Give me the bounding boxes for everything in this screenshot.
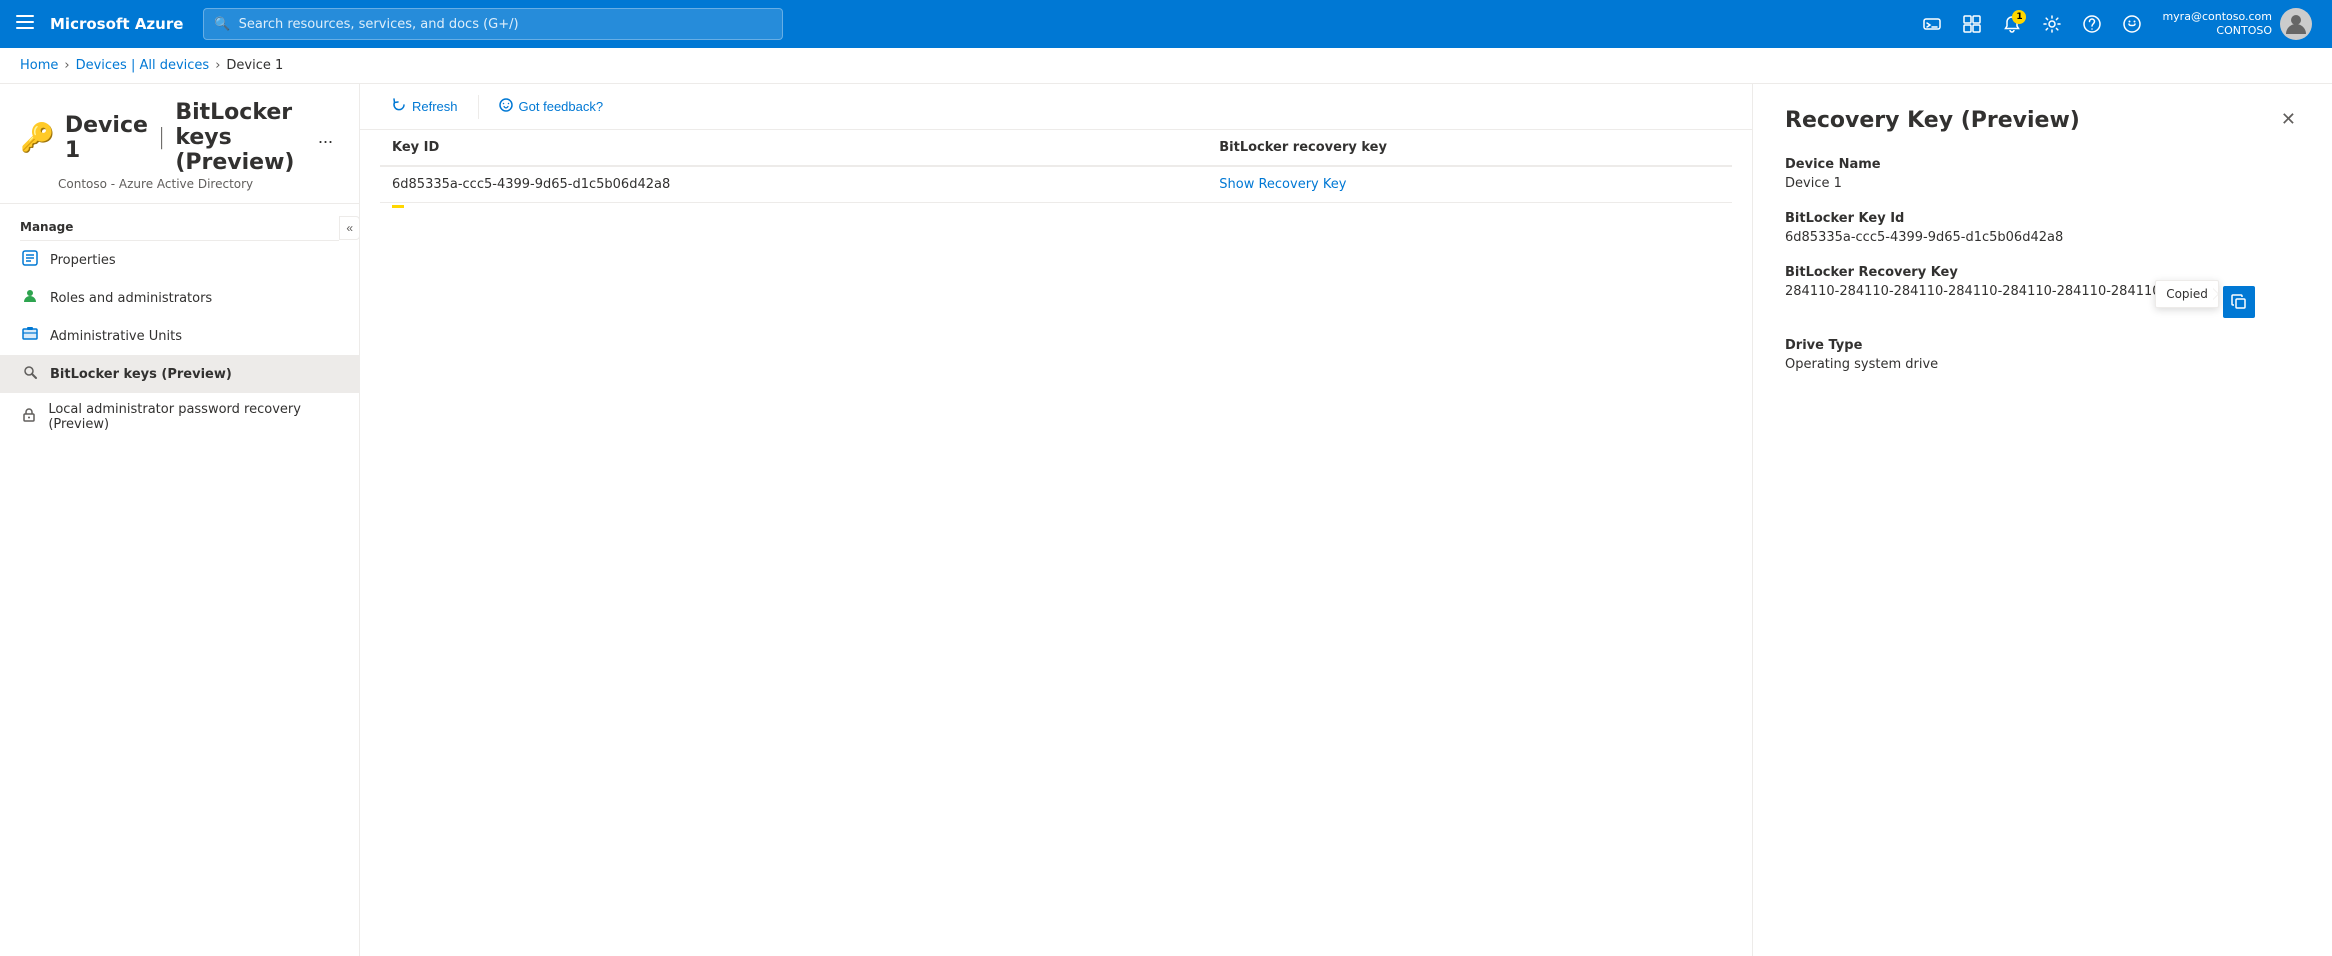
user-avatar: [2280, 8, 2312, 40]
feedback-icon: [499, 98, 513, 115]
page-org-line: Contoso - Azure Active Directory: [58, 177, 253, 191]
sidebar-roles-label: Roles and administrators: [50, 291, 212, 306]
bitlocker-table: Key ID BitLocker recovery key 6d85335a-c…: [380, 130, 1732, 203]
search-icon: 🔍: [214, 17, 230, 32]
close-panel-button[interactable]: ✕: [2277, 108, 2300, 130]
properties-icon: [20, 250, 40, 270]
progress-bar-container: [380, 205, 1732, 208]
toolbar: Refresh Got feedback?: [360, 84, 1752, 130]
device-name-value: Device 1: [1785, 176, 2300, 191]
table-header-row: Key ID BitLocker recovery key: [380, 130, 1732, 166]
right-panel-header: Recovery Key (Preview) ✕: [1785, 108, 2300, 133]
col-recovery-key: BitLocker recovery key: [1207, 130, 1732, 166]
right-panel-title: Recovery Key (Preview): [1785, 108, 2080, 133]
sidebar-local-admin-label: Local administrator password recovery (P…: [48, 402, 339, 432]
main-layout: Home › Devices | All devices › Device 1 …: [0, 48, 2332, 956]
notification-count: 1: [2012, 10, 2026, 24]
breadcrumb-sep-2: ›: [215, 58, 220, 73]
panel-bitlocker-key-id: BitLocker Key Id 6d85335a-ccc5-4399-9d65…: [1785, 211, 2300, 245]
feedback-button[interactable]: Got feedback?: [487, 92, 616, 121]
bitlocker-key-id-value: 6d85335a-ccc5-4399-9d65-d1c5b06d42a8: [1785, 230, 2300, 245]
breadcrumb-sep-1: ›: [64, 58, 69, 73]
user-email: myra@contoso.com: [2162, 10, 2272, 24]
refresh-label: Refresh: [412, 99, 458, 114]
breadcrumb-current: Device 1: [226, 58, 283, 73]
sidebar-item-bitlocker[interactable]: BitLocker keys (Preview): [0, 355, 359, 393]
page-title-device: Device 1: [65, 113, 148, 163]
device-icon: 🔑: [20, 121, 55, 154]
progress-bar: [392, 205, 404, 208]
more-options-button[interactable]: ...: [312, 125, 339, 150]
hamburger-menu[interactable]: [12, 9, 38, 40]
copy-button[interactable]: [2223, 286, 2255, 318]
refresh-button[interactable]: Refresh: [380, 92, 470, 121]
settings-button[interactable]: [2034, 6, 2070, 42]
feedback-nav-button[interactable]: [2114, 6, 2150, 42]
sidebar-properties-label: Properties: [50, 253, 116, 268]
notifications-button[interactable]: 1: [1994, 6, 2030, 42]
toolbar-divider: [478, 95, 479, 119]
sidebar-admin-units-label: Administrative Units: [50, 329, 182, 344]
help-button[interactable]: [2074, 6, 2110, 42]
breadcrumb: Home › Devices | All devices › Device 1: [0, 48, 2332, 84]
sidebar-collapse-button[interactable]: «: [339, 216, 360, 240]
page-title-section: BitLocker keys (Preview): [175, 100, 302, 175]
user-menu[interactable]: myra@contoso.com CONTOSO: [2154, 4, 2320, 44]
brand-logo: Microsoft Azure: [50, 15, 183, 33]
recovery-key-row: 284110-284110-284110-284110-284110-28411…: [1785, 284, 2300, 318]
cloud-shell-button[interactable]: [1914, 6, 1950, 42]
left-panel: 🔑 Device 1 | BitLocker keys (Preview) ..…: [0, 84, 360, 956]
nav-actions: 1 myra@contoso.com: [1914, 4, 2320, 44]
sidebar-manage-label: Manage: [0, 204, 359, 240]
panel-drive-type: Drive Type Operating system drive: [1785, 338, 2300, 372]
feedback-label: Got feedback?: [519, 99, 604, 114]
cell-recovery-key: Show Recovery Key: [1207, 166, 1732, 203]
cell-key-id: 6d85335a-ccc5-4399-9d65-d1c5b06d42a8: [380, 166, 1207, 203]
roles-icon: [20, 288, 40, 308]
right-panel: Recovery Key (Preview) ✕ Device Name Dev…: [1752, 84, 2332, 956]
top-navigation: Microsoft Azure 🔍 Search resources, serv…: [0, 0, 2332, 48]
panel-device-name: Device Name Device 1: [1785, 157, 2300, 191]
sidebar-item-roles[interactable]: Roles and administrators: [0, 279, 359, 317]
admin-units-icon: [20, 326, 40, 346]
local-admin-icon: [20, 407, 38, 427]
bitlocker-key-id-label: BitLocker Key Id: [1785, 211, 2300, 226]
bitlocker-icon: [20, 364, 40, 384]
sidebar-item-admin-units[interactable]: Administrative Units: [0, 317, 359, 355]
table-container: Key ID BitLocker recovery key 6d85335a-c…: [360, 130, 1752, 208]
copied-tooltip: Copied: [2155, 280, 2219, 308]
breadcrumb-home[interactable]: Home: [20, 58, 58, 73]
sidebar-item-local-admin[interactable]: Local administrator password recovery (P…: [0, 393, 359, 441]
col-key-id: Key ID: [380, 130, 1207, 166]
bitlocker-recovery-label: BitLocker Recovery Key: [1785, 265, 2300, 280]
search-placeholder: Search resources, services, and docs (G+…: [239, 17, 519, 32]
content-area: 🔑 Device 1 | BitLocker keys (Preview) ..…: [0, 84, 2332, 956]
breadcrumb-all-devices[interactable]: Devices | All devices: [76, 58, 210, 73]
panel-bitlocker-recovery-key: BitLocker Recovery Key 284110-284110-284…: [1785, 265, 2300, 318]
title-separator: |: [158, 125, 165, 150]
global-search[interactable]: 🔍 Search resources, services, and docs (…: [203, 8, 783, 40]
show-recovery-key-link[interactable]: Show Recovery Key: [1219, 177, 1346, 192]
refresh-icon: [392, 98, 406, 115]
drive-type-label: Drive Type: [1785, 338, 2300, 353]
sidebar-bitlocker-label: BitLocker keys (Preview): [50, 367, 232, 382]
directory-button[interactable]: [1954, 6, 1990, 42]
bitlocker-recovery-value: 284110-284110-284110-284110-284110-28411…: [1785, 284, 2215, 299]
user-org: CONTOSO: [2162, 24, 2272, 38]
page-header: 🔑 Device 1 | BitLocker keys (Preview) ..…: [0, 84, 359, 204]
sidebar-item-properties[interactable]: Properties: [0, 241, 359, 279]
table-row: 6d85335a-ccc5-4399-9d65-d1c5b06d42a8 Sho…: [380, 166, 1732, 203]
main-content: Refresh Got feedback?: [360, 84, 1752, 956]
device-name-label: Device Name: [1785, 157, 2300, 172]
drive-type-value: Operating system drive: [1785, 357, 2300, 372]
